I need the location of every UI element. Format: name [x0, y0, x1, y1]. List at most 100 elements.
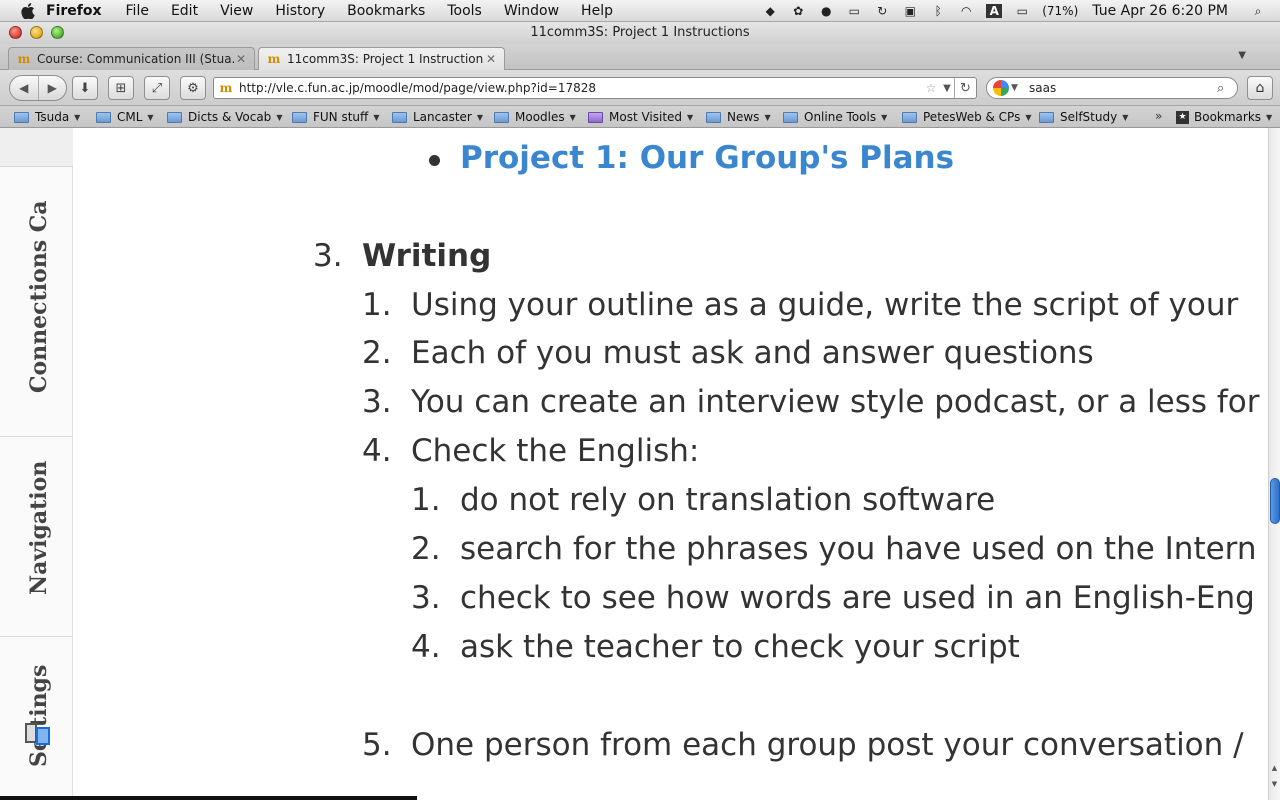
section-heading: Writing — [362, 238, 492, 274]
google-search-engine-icon[interactable] — [993, 80, 1009, 96]
bookmark-folder-tsuda[interactable]: Tsuda ▼ — [14, 109, 80, 125]
chevron-down-icon: ▼ — [764, 112, 771, 122]
page-main: Project 1: Our Group's Plans 3. Writing … — [73, 128, 1268, 800]
moodle-favicon-icon: m — [17, 52, 31, 66]
reload-icon[interactable]: ↻ — [954, 78, 976, 98]
chevron-down-icon: ▼ — [1122, 112, 1129, 122]
bookmark-star-icon[interactable]: ☆ — [922, 81, 940, 95]
dock-tab-navigation[interactable]: Navigation — [0, 436, 73, 636]
dock-tab-label: Connections Ca — [26, 200, 52, 393]
moodle-favicon-icon: m — [267, 52, 281, 66]
menubar-clock[interactable]: Tue Apr 26 6:20 PM — [1092, 3, 1228, 19]
dock-tab-label: Navigation — [26, 460, 52, 595]
dock-tab-settings[interactable]: Settings — [0, 636, 73, 800]
display-icon[interactable]: ▣ — [902, 4, 918, 18]
sub-item-number: 4. — [411, 629, 441, 665]
folder-icon — [1039, 111, 1054, 123]
bookmark-label: FUN stuff — [313, 110, 369, 124]
folder-icon — [96, 111, 111, 123]
folder-icon — [14, 111, 29, 123]
list-item-number: 4. — [362, 433, 392, 469]
folder-icon — [292, 111, 307, 123]
chevron-down-icon: ▼ — [881, 112, 888, 122]
bookmark-folder-lancaster[interactable]: Lancaster ▼ — [392, 109, 483, 125]
menu-app-firefox[interactable]: Firefox — [46, 3, 102, 19]
moodle-side-dock: Connections Ca Navigation Settings — [0, 128, 73, 800]
folder-icon — [902, 111, 917, 123]
search-icon[interactable]: ⌕ — [1217, 81, 1237, 96]
chevron-down-icon: ▼ — [276, 112, 283, 122]
bookmark-folder-cml[interactable]: CML ▼ — [96, 109, 154, 125]
vertical-scrollbar[interactable]: ▲ ▼ — [1268, 128, 1280, 800]
input-method-icon[interactable]: A — [986, 4, 1003, 18]
addon-button[interactable]: ⚙ — [180, 76, 206, 100]
close-tab-icon[interactable]: ✕ — [484, 52, 498, 66]
menu-file[interactable]: File — [126, 3, 149, 19]
tab-course-communication[interactable]: m Course: Communication III (Stua... ✕ — [8, 47, 255, 70]
scroll-down-arrow-icon[interactable]: ▼ — [1269, 780, 1280, 792]
forward-button[interactable]: ▶ — [39, 76, 67, 100]
bookmark-folder-news[interactable]: News ▼ — [706, 109, 771, 125]
menu-tools[interactable]: Tools — [447, 3, 482, 19]
folder-icon — [167, 111, 182, 123]
navigation-toolbar: ◀ ▶ ⬇ ⊞ ⤢ ⚙ m http://vle.c.fun.ac.jp/moo… — [0, 70, 1280, 106]
search-bar[interactable]: ▼ saas ⌕ — [986, 77, 1238, 99]
bookmark-label: SelfStudy — [1060, 110, 1118, 124]
wifi-icon[interactable]: ◠ — [958, 4, 974, 18]
bookmark-label: Most Visited — [609, 110, 683, 124]
bookmark-folder-moodles[interactable]: Moodles ▼ — [494, 109, 576, 125]
dropbox-icon[interactable]: ◆ — [762, 4, 778, 18]
scroll-up-arrow-icon[interactable]: ▲ — [1269, 764, 1280, 776]
search-input[interactable]: saas — [1029, 81, 1217, 95]
battery-icon[interactable]: ▭ — [1014, 4, 1030, 18]
menu-bar: Firefox File Edit View History Bookmarks… — [0, 0, 1280, 22]
bookmark-folder-online-tools[interactable]: Online Tools ▼ — [783, 109, 887, 125]
tab-project-1-instructions[interactable]: m 11comm3S: Project 1 Instructions ✕ — [258, 47, 505, 70]
home-button[interactable]: ⌂ — [1247, 76, 1273, 100]
bookmark-folder-petesweb[interactable]: PetesWeb & CPs ▼ — [902, 109, 1032, 125]
more-bookmarks-chevron-icon[interactable]: » — [1155, 109, 1162, 123]
back-forward-group: ◀ ▶ — [9, 75, 67, 101]
battery-meter-icon[interactable]: ▭ — [846, 4, 862, 18]
menu-view[interactable]: View — [220, 3, 253, 19]
url-history-dropdown-icon[interactable]: ▼ — [940, 83, 954, 94]
list-item-number: 1. — [362, 287, 392, 323]
bookmark-folder-fun-stuff[interactable]: FUN stuff ▼ — [292, 109, 379, 125]
list-item-number: 5. — [362, 727, 392, 763]
new-tab-button[interactable]: ⊞ — [108, 76, 134, 100]
url-text[interactable]: http://vle.c.fun.ac.jp/moodle/mod/page/v… — [239, 81, 922, 95]
sync-icon[interactable]: ↻ — [874, 4, 890, 18]
smart-folder-icon — [588, 111, 603, 123]
close-tab-icon[interactable]: ✕ — [234, 52, 248, 66]
paw-icon[interactable]: ✿ — [790, 4, 806, 18]
bookmark-folder-most-visited[interactable]: Most Visited ▼ — [588, 109, 693, 125]
bluetooth-icon[interactable]: ᛒ — [930, 4, 946, 18]
bookmark-folder-dicts-vocab[interactable]: Dicts & Vocab ▼ — [167, 109, 282, 125]
menu-history[interactable]: History — [275, 3, 325, 19]
chevron-down-icon: ▼ — [74, 112, 81, 122]
dock-tab-connections[interactable]: Connections Ca — [0, 166, 73, 436]
menu-edit[interactable]: Edit — [171, 3, 198, 19]
spotlight-search-icon[interactable]: ⌕ — [1250, 4, 1266, 18]
window-title-bar: 11comm3S: Project 1 Instructions — [0, 22, 1280, 44]
tab-label: Course: Communication III (Stua... — [37, 52, 234, 66]
bookmark-folder-selfstudy[interactable]: SelfStudy ▼ — [1039, 109, 1128, 125]
menu-help[interactable]: Help — [581, 3, 613, 19]
list-item: One person from each group post your con… — [411, 727, 1244, 763]
chevron-down-icon: ▼ — [687, 112, 694, 122]
menu-window[interactable]: Window — [504, 3, 559, 19]
status-circle-icon[interactable]: ● — [818, 4, 834, 18]
fullscreen-button[interactable]: ⤢ — [144, 76, 170, 100]
bookmarks-menu-button[interactable]: ★ Bookmarks ▼ — [1176, 109, 1272, 125]
folder-icon — [783, 111, 798, 123]
url-bar[interactable]: m http://vle.c.fun.ac.jp/moodle/mod/page… — [213, 77, 977, 99]
list-all-tabs-icon[interactable]: ▼ — [1238, 50, 1246, 61]
bookmark-label: CML — [117, 110, 143, 124]
download-button[interactable]: ⬇ — [72, 76, 98, 100]
apple-menu-icon[interactable] — [18, 1, 38, 21]
search-engine-dropdown-icon[interactable]: ▼ — [1011, 83, 1023, 93]
project-plans-link[interactable]: Project 1: Our Group's Plans — [460, 140, 954, 176]
scrollbar-thumb[interactable] — [1270, 478, 1280, 524]
back-button[interactable]: ◀ — [10, 76, 39, 100]
menu-bookmarks[interactable]: Bookmarks — [347, 3, 425, 19]
